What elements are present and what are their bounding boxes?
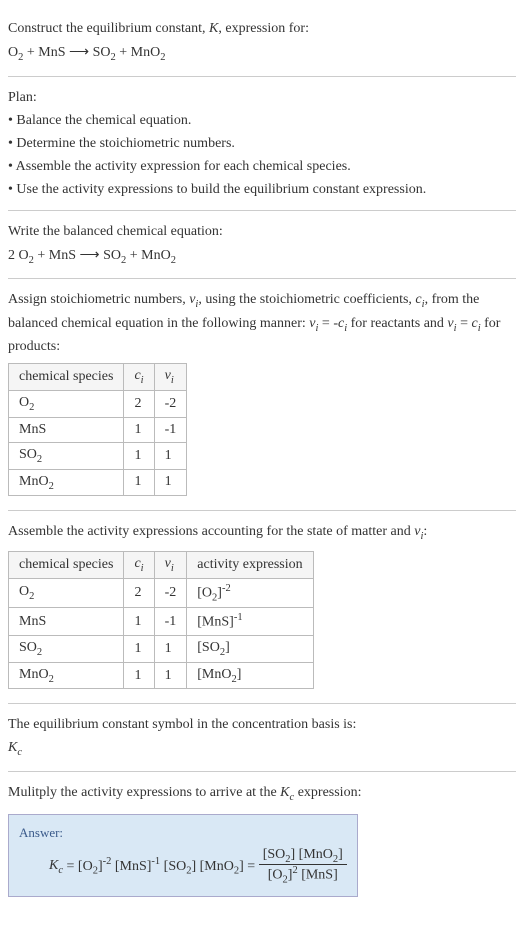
- stoich-section: Assign stoichiometric numbers, νi, using…: [8, 279, 516, 511]
- cell: [MnS]-1: [187, 608, 313, 636]
- cell: 1: [124, 442, 154, 469]
- intro-equation: O2 + MnS ⟶ SO2 + MnO2: [8, 41, 516, 66]
- cell: O2: [9, 390, 124, 417]
- intro-title: Construct the equilibrium constant, K, e…: [8, 18, 516, 39]
- col-header: νi: [154, 364, 187, 391]
- multiply-text: Mulitply the activity expressions to arr…: [8, 782, 516, 806]
- symbol-value: Kc: [8, 737, 516, 761]
- table-header-row: chemical species ci νi: [9, 364, 187, 391]
- plan-bullet: • Assemble the activity expression for e…: [8, 156, 516, 177]
- cell: MnS: [9, 417, 124, 442]
- cell: 1: [124, 608, 154, 636]
- table-row: MnO2 1 1 [MnO2]: [9, 662, 314, 689]
- answer-box: Answer: Kc = [O2]-2 [MnS]-1 [SO2] [MnO2]…: [8, 814, 358, 897]
- balanced-section: Write the balanced chemical equation: 2 …: [8, 211, 516, 280]
- cell: -1: [154, 417, 187, 442]
- table-header-row: chemical species ci νi activity expressi…: [9, 551, 314, 578]
- cell: -1: [154, 608, 187, 636]
- col-header: ci: [124, 551, 154, 578]
- stoich-table: chemical species ci νi O2 2 -2 MnS 1 -1 …: [8, 363, 187, 496]
- col-header: activity expression: [187, 551, 313, 578]
- cell: [O2]-2: [187, 578, 313, 607]
- cell: SO2: [9, 635, 124, 662]
- cell: 1: [154, 442, 187, 469]
- table-row: O2 2 -2 [O2]-2: [9, 578, 314, 607]
- cell: [MnO2]: [187, 662, 313, 689]
- balanced-equation: 2 O2 + MnS ⟶ SO2 + MnO2: [8, 244, 516, 269]
- stoich-text: Assign stoichiometric numbers, νi, using…: [8, 289, 516, 357]
- activity-table: chemical species ci νi activity expressi…: [8, 551, 314, 690]
- col-header: chemical species: [9, 551, 124, 578]
- cell: O2: [9, 578, 124, 607]
- balanced-heading: Write the balanced chemical equation:: [8, 221, 516, 242]
- cell: -2: [154, 578, 187, 607]
- answer-equation: Kc = [O2]-2 [MnS]-1 [SO2] [MnO2] = [SO2]…: [19, 847, 347, 886]
- cell: MnO2: [9, 662, 124, 689]
- answer-label: Answer:: [19, 825, 347, 841]
- table-row: MnS 1 -1 [MnS]-1: [9, 608, 314, 636]
- plan-section: Plan: • Balance the chemical equation. •…: [8, 77, 516, 211]
- col-header: chemical species: [9, 364, 124, 391]
- activity-text: Assemble the activity expressions accoun…: [8, 521, 516, 545]
- cell: 1: [154, 469, 187, 496]
- cell: 2: [124, 390, 154, 417]
- cell: 1: [154, 635, 187, 662]
- plan-bullet: • Determine the stoichiometric numbers.: [8, 133, 516, 154]
- plan-bullet: • Balance the chemical equation.: [8, 110, 516, 131]
- symbol-text: The equilibrium constant symbol in the c…: [8, 714, 516, 735]
- cell: 1: [124, 417, 154, 442]
- cell: SO2: [9, 442, 124, 469]
- cell: 1: [154, 662, 187, 689]
- col-header: ci: [124, 364, 154, 391]
- plan-bullet: • Use the activity expressions to build …: [8, 179, 516, 200]
- cell: MnO2: [9, 469, 124, 496]
- col-header: νi: [154, 551, 187, 578]
- cell: -2: [154, 390, 187, 417]
- plan-heading: Plan:: [8, 87, 516, 108]
- table-row: SO2 1 1: [9, 442, 187, 469]
- symbol-section: The equilibrium constant symbol in the c…: [8, 704, 516, 772]
- table-row: MnO2 1 1: [9, 469, 187, 496]
- intro-section: Construct the equilibrium constant, K, e…: [8, 8, 516, 77]
- cell: 1: [124, 635, 154, 662]
- multiply-section: Mulitply the activity expressions to arr…: [8, 772, 516, 905]
- activity-section: Assemble the activity expressions accoun…: [8, 511, 516, 704]
- table-row: MnS 1 -1: [9, 417, 187, 442]
- table-row: O2 2 -2: [9, 390, 187, 417]
- cell: [SO2]: [187, 635, 313, 662]
- cell: MnS: [9, 608, 124, 636]
- cell: 1: [124, 469, 154, 496]
- cell: 2: [124, 578, 154, 607]
- cell: 1: [124, 662, 154, 689]
- table-row: SO2 1 1 [SO2]: [9, 635, 314, 662]
